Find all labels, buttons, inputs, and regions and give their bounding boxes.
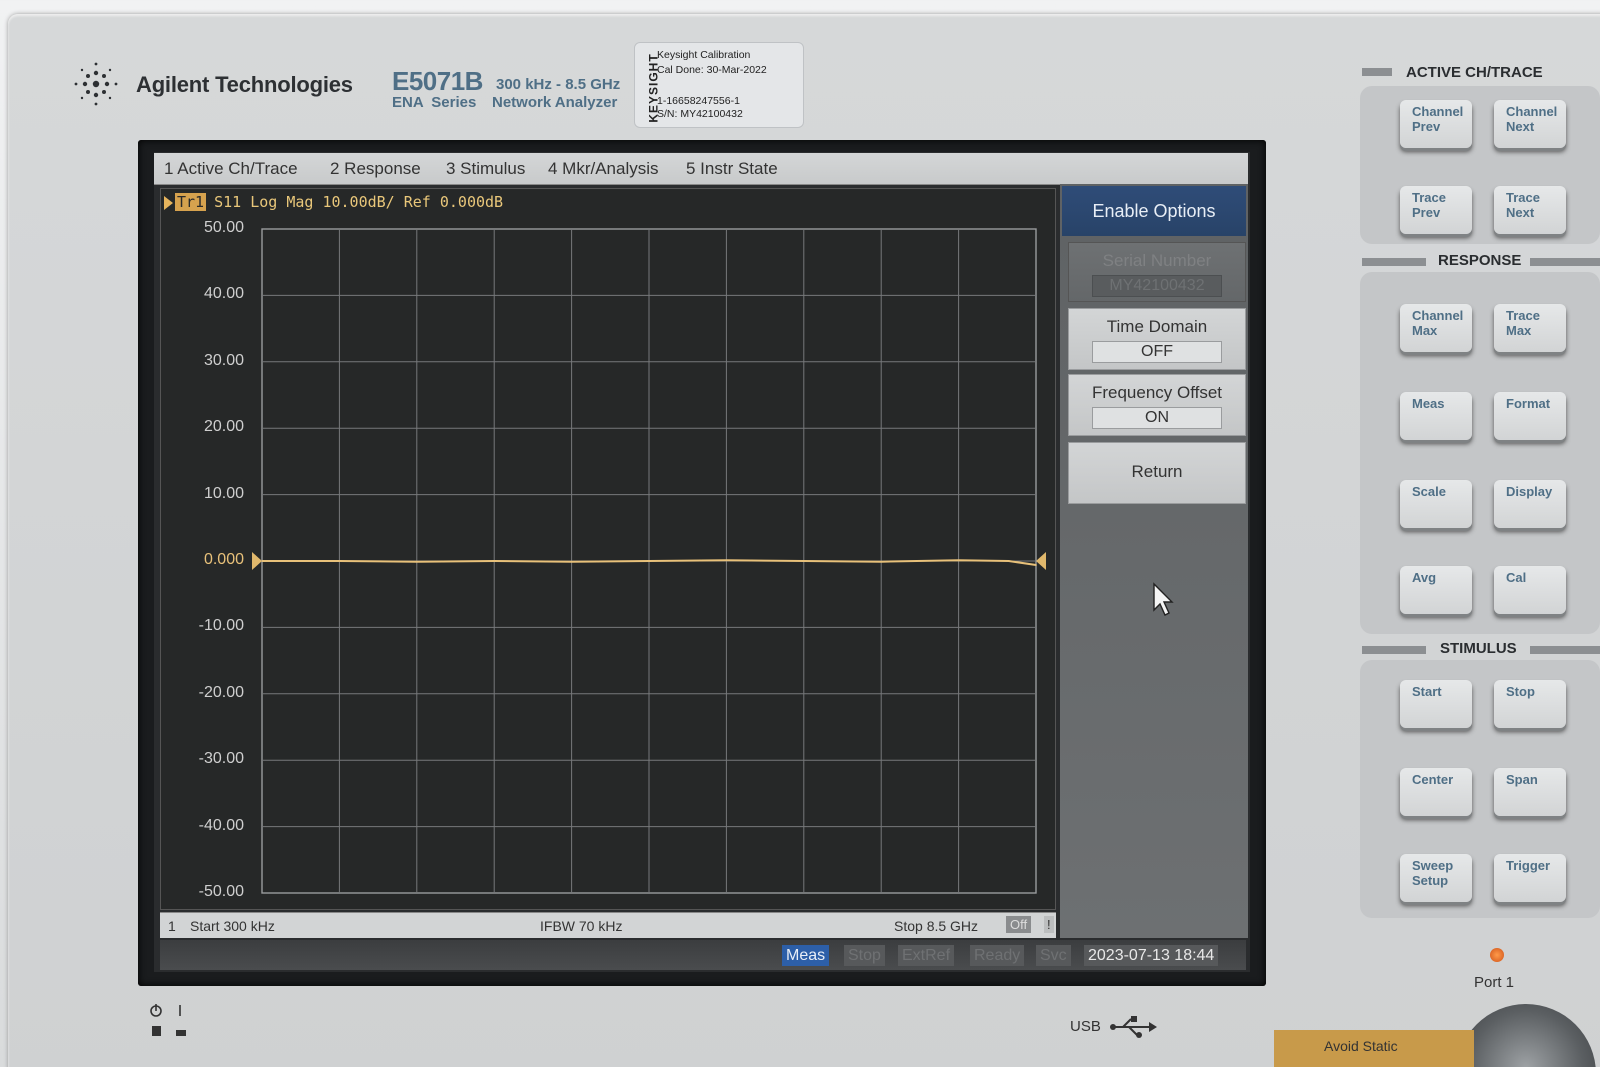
model-block: E5071B 300 kHz - 8.5 GHz ENA Series Netw…	[392, 66, 620, 111]
calibration-sticker: KEYSIGHT Keysight Calibration Cal Done: …	[634, 42, 804, 128]
menu-stimulus[interactable]: 3 Stimulus	[446, 159, 525, 179]
usb-port-label: USB	[1070, 1016, 1159, 1038]
channel-number: 1	[168, 918, 176, 934]
status-svc: Svc	[1036, 945, 1071, 966]
trace-point	[648, 560, 650, 562]
channel-prev-key[interactable]: Channel Prev	[1400, 100, 1472, 148]
sticker-line4: S/N: MY42100432	[657, 108, 743, 120]
trace-point	[1035, 564, 1037, 566]
agilent-spark-icon	[74, 62, 118, 106]
softkey-frequency-offset[interactable]: Frequency Offset ON	[1068, 374, 1246, 436]
stimulus-section-bar-left	[1362, 646, 1426, 654]
trace-point	[803, 560, 805, 562]
menu-instr-state[interactable]: 5 Instr State	[686, 159, 778, 179]
trace-point	[570, 560, 573, 563]
trace-point	[338, 560, 341, 562]
trace-next-key[interactable]: Trace Next	[1494, 186, 1566, 234]
time-domain-value: OFF	[1092, 341, 1222, 363]
time-domain-label: Time Domain	[1106, 317, 1208, 336]
sticker-line1: Keysight Calibration	[657, 49, 751, 61]
start-frequency: Start 300 kHz	[190, 918, 275, 934]
frequency-range: 300 kHz - 8.5 GHz	[496, 76, 621, 93]
trace-point	[493, 560, 496, 562]
avoid-static-label: Avoid Static	[1274, 1030, 1474, 1067]
status-extref: ExtRef	[898, 945, 955, 966]
response-section-bar-left	[1362, 258, 1426, 266]
brand-name: Agilent Technologies	[136, 72, 353, 97]
trace-point	[725, 559, 728, 562]
s11-plot	[252, 228, 1046, 894]
trace-prev-key[interactable]: Trace Prev	[1400, 186, 1472, 234]
trace-point	[1007, 560, 1010, 562]
trigger-key[interactable]: Trigger	[1494, 854, 1566, 902]
menu-active-ch-trace[interactable]: 1 Active Ch/Trace	[164, 159, 298, 179]
status-stop: Stop	[844, 945, 885, 966]
display-key[interactable]: Display	[1494, 480, 1566, 528]
trace-point	[957, 559, 960, 562]
stop-frequency: Stop 8.5 GHz	[894, 918, 979, 934]
model-description: Network Analyzer	[492, 94, 618, 111]
channel-next-key[interactable]: Channel Next	[1494, 100, 1566, 148]
stop-key[interactable]: Stop	[1494, 680, 1566, 728]
response-title: RESPONSE	[1438, 252, 1522, 269]
status-bar: Meas Stop ExtRef Ready Svc 2023-07-13 18…	[160, 940, 1246, 970]
format-key[interactable]: Format	[1494, 392, 1566, 440]
trace-point	[880, 560, 882, 563]
menu-mkr-analysis[interactable]: 4 Mkr/Analysis	[548, 159, 659, 179]
status-ready: Ready	[970, 945, 1025, 966]
cal-key[interactable]: Cal	[1494, 566, 1566, 614]
reference-level-right-icon	[1036, 552, 1046, 570]
stimulus-group: Start Stop Center Span Sweep Setup Trigg…	[1360, 660, 1600, 918]
active-ch-trace-group: Channel Prev Channel Next Trace Prev Tra…	[1360, 86, 1600, 244]
ifbw-value: IFBW 70 kHz	[540, 918, 623, 934]
start-key[interactable]: Start	[1400, 680, 1472, 728]
response-section-bar-right	[1530, 258, 1600, 266]
sticker-line2: Cal Done: 30-Mar-2022	[657, 64, 767, 76]
scale-key[interactable]: Scale	[1400, 480, 1472, 528]
model-number: E5071B	[392, 66, 483, 96]
off-indicator: Off	[1006, 916, 1032, 933]
usb-label: USB	[1070, 1017, 1101, 1035]
port-led	[1490, 948, 1504, 962]
menu-response[interactable]: 2 Response	[330, 159, 421, 179]
center-key[interactable]: Center	[1400, 768, 1472, 816]
softkey-serial-number: Serial Number MY42100432	[1068, 242, 1246, 302]
span-key[interactable]: Span	[1494, 768, 1566, 816]
active-section-bar	[1362, 68, 1392, 76]
avg-key[interactable]: Avg	[1400, 566, 1472, 614]
active-ch-trace-title: ACTIVE CH/TRACE	[1406, 64, 1543, 81]
trace-point	[416, 560, 418, 563]
response-group: Channel Max Trace Max Meas Format Scale …	[1360, 272, 1600, 634]
menu-bar: 1 Active Ch/Trace 2 Response 3 Stimulus …	[154, 153, 1248, 185]
reference-level-left-icon	[252, 552, 262, 570]
status-datetime: 2023-07-13 18:44	[1084, 945, 1219, 966]
frequency-offset-value: ON	[1092, 407, 1222, 429]
sticker-line3: 1-16658247556-1	[657, 95, 740, 107]
stimulus-title: STIMULUS	[1440, 640, 1517, 657]
frequency-offset-label: Frequency Offset	[1091, 383, 1223, 402]
softkey-enable-options-title: Enable Options	[1062, 186, 1246, 236]
softkey-time-domain[interactable]: Time Domain OFF	[1068, 308, 1246, 370]
channel-max-key[interactable]: Channel Max	[1400, 304, 1472, 352]
stimulus-section-bar-right	[1530, 646, 1600, 654]
trace-point	[261, 560, 263, 562]
brand-logo: Agilent Technologies	[68, 56, 368, 112]
usb-icon	[1110, 1016, 1158, 1038]
softkey-return[interactable]: Return	[1068, 442, 1246, 504]
mouse-pointer-icon	[1153, 582, 1174, 616]
warning-indicator: !	[1044, 916, 1054, 933]
model-series: ENA Series	[392, 94, 477, 111]
power-icon	[150, 1004, 186, 1036]
status-meas: Meas	[782, 945, 830, 966]
serial-number-label: Serial Number	[1102, 251, 1212, 270]
trace-max-key[interactable]: Trace Max	[1494, 304, 1566, 352]
sweep-info-bar: 1 Start 300 kHz IFBW 70 kHz Stop 8.5 GHz…	[160, 912, 1056, 938]
meas-key[interactable]: Meas	[1400, 392, 1472, 440]
serial-number-value: MY42100432	[1092, 275, 1222, 297]
power-switch[interactable]	[146, 1002, 190, 1043]
sweep-setup-key[interactable]: Sweep Setup	[1400, 854, 1472, 902]
port-label: Port 1	[1474, 974, 1515, 991]
